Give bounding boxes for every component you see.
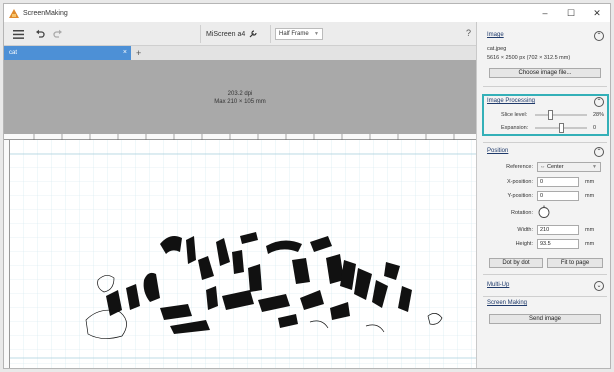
section-image-title[interactable]: Image xyxy=(487,32,504,38)
divider xyxy=(483,142,607,143)
tab-cat[interactable]: cat × xyxy=(4,46,131,60)
slice-level-slider[interactable] xyxy=(535,110,587,120)
toolbar-separator xyxy=(200,25,201,43)
send-image-button[interactable]: Send image xyxy=(489,314,601,324)
expansion-slider[interactable] xyxy=(535,123,587,133)
section-processing-title[interactable]: Image Processing xyxy=(487,98,535,104)
redo-icon[interactable] xyxy=(52,28,64,40)
chevron-down-icon: ▼ xyxy=(592,164,597,170)
help-button[interactable]: ? xyxy=(466,28,471,38)
unit-label: mm xyxy=(585,193,595,199)
height-label: Height: xyxy=(515,241,533,247)
slider-thumb[interactable] xyxy=(559,123,564,133)
stencil-preview xyxy=(10,140,476,368)
tab-strip: cat × + xyxy=(4,46,476,60)
hamburger-icon[interactable] xyxy=(12,28,24,40)
section-multiup-title[interactable]: Multi-Up xyxy=(487,282,509,288)
expansion-label: Expansion: xyxy=(501,125,529,131)
undo-icon[interactable] xyxy=(34,28,46,40)
canvas-info: 203.2 dpi Max 210 × 105 mm xyxy=(4,90,476,106)
dpi-label: 203.2 dpi xyxy=(227,91,253,97)
collapse-image-icon[interactable]: ⌃ xyxy=(594,31,604,41)
divider xyxy=(483,86,607,87)
collapse-processing-icon[interactable]: ⌃ xyxy=(594,97,604,107)
settings-panel: Image ⌃ cat.jpeg 5616 × 2500 px (702 × 3… xyxy=(476,22,610,368)
toolbar: MiScreen a4 Half Frame ▼ ? xyxy=(4,22,476,46)
minimize-button[interactable]: – xyxy=(532,4,558,22)
add-tab-button[interactable]: + xyxy=(136,46,141,60)
ypos-field[interactable]: 0 xyxy=(537,191,579,201)
max-size-label: Max 210 × 105 mm xyxy=(214,99,266,105)
unit-label: mm xyxy=(585,179,595,185)
dot-by-dot-button[interactable]: Dot by dot xyxy=(489,258,543,268)
image-size: 5616 × 2500 px (702 × 312.5 mm) xyxy=(487,55,571,61)
slice-level-label: Slice level: xyxy=(501,112,528,118)
rotation-label: Rotation: xyxy=(510,210,533,216)
print-sheet[interactable] xyxy=(10,140,476,368)
unit-label: mm xyxy=(585,241,595,247)
reference-label: Reference: xyxy=(506,164,533,170)
fit-to-page-button[interactable]: Fit to page xyxy=(547,258,603,268)
rotation-dial-icon[interactable] xyxy=(537,205,551,219)
canvas-area: 203.2 dpi Max 210 × 105 mm xyxy=(4,60,476,368)
width-field[interactable]: 210 xyxy=(537,225,579,235)
reference-select[interactable]: ⇔ Center ▼ xyxy=(537,162,601,172)
window-title: ScreenMaking xyxy=(23,9,68,17)
slider-track xyxy=(535,114,587,116)
frame-select[interactable]: Half Frame ▼ xyxy=(275,28,323,40)
section-screenmaking-title[interactable]: Screen Making xyxy=(487,300,527,306)
unit-label: mm xyxy=(585,227,595,233)
close-button[interactable]: ✕ xyxy=(584,4,610,22)
device-selector[interactable]: MiScreen a4 xyxy=(206,27,257,41)
image-filename: cat.jpeg xyxy=(487,46,507,52)
app-logo-icon xyxy=(9,8,19,18)
app-window: ScreenMaking – ☐ ✕ MiScreen a4 Half Fram… xyxy=(3,3,611,369)
title-bar: ScreenMaking – ☐ ✕ xyxy=(4,4,610,22)
xpos-label: X-position: xyxy=(507,179,533,185)
chevron-down-icon: ▼ xyxy=(314,31,319,37)
height-field[interactable]: 93.5 xyxy=(537,239,579,249)
window-controls: – ☐ ✕ xyxy=(532,4,610,22)
tab-label: cat xyxy=(9,50,18,56)
expand-multiup-icon[interactable]: ⌄ xyxy=(594,281,604,291)
reference-value: ⇔ Center xyxy=(540,164,564,170)
wrench-icon xyxy=(249,30,257,38)
slice-level-value: 28% xyxy=(593,112,605,118)
collapse-position-icon[interactable]: ⌃ xyxy=(594,147,604,157)
toolbar-separator xyxy=(270,25,271,43)
expansion-value: 0 xyxy=(593,125,597,131)
slider-thumb[interactable] xyxy=(548,110,553,120)
ypos-label: Y-position: xyxy=(507,193,533,199)
choose-image-button[interactable]: Choose image file... xyxy=(489,68,601,78)
tab-close-icon[interactable]: × xyxy=(123,46,127,60)
divider xyxy=(483,296,607,297)
divider xyxy=(483,274,607,275)
xpos-field[interactable]: 0 xyxy=(537,177,579,187)
device-name: MiScreen a4 xyxy=(206,30,246,38)
maximize-button[interactable]: ☐ xyxy=(558,4,584,22)
section-position-title[interactable]: Position xyxy=(487,148,508,154)
frame-select-value: Half Frame xyxy=(279,31,309,37)
width-label: Width: xyxy=(517,227,533,233)
